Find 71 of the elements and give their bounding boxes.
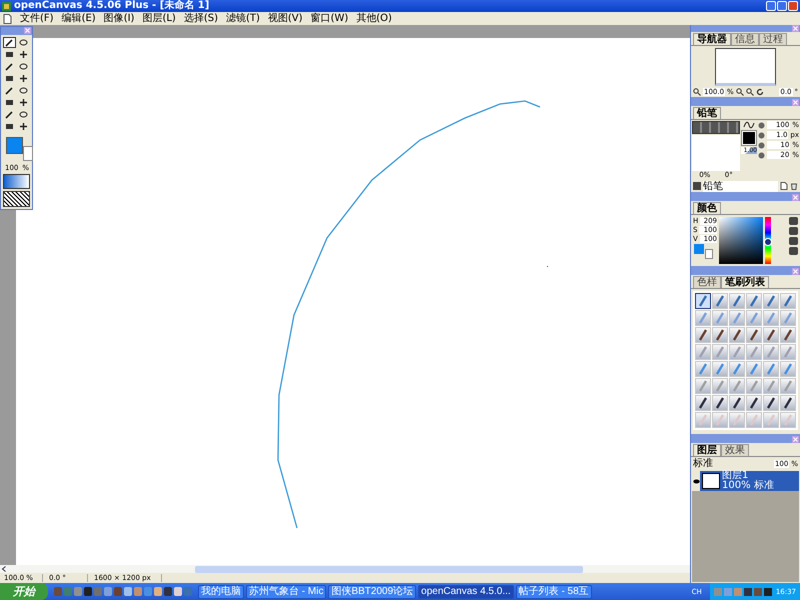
close-icon[interactable] xyxy=(792,436,799,443)
start-button[interactable]: 开始 xyxy=(0,583,48,600)
blend-mode-dropdown[interactable]: 标准 xyxy=(693,458,772,469)
color-picker-square[interactable] xyxy=(719,217,763,264)
brush-preset[interactable] xyxy=(695,293,711,309)
brush-strip[interactable] xyxy=(692,121,740,134)
layer-row[interactable]: 图层1 100% 标准 xyxy=(692,471,799,491)
visibility-icon[interactable] xyxy=(692,471,700,491)
curve-icon[interactable] xyxy=(743,121,755,129)
hue-thumb[interactable] xyxy=(764,238,772,246)
panel-tab[interactable]: 笔刷列表 xyxy=(721,276,769,288)
square-icon xyxy=(5,74,14,83)
foreground-color-swatch[interactable] xyxy=(6,137,23,154)
taskbar-button[interactable]: 苏州气象台 - Mic xyxy=(246,584,326,598)
pattern-selector[interactable] xyxy=(3,191,30,207)
close-icon[interactable] xyxy=(792,25,799,32)
menu-item[interactable]: 图像(I) xyxy=(104,12,134,24)
square-tool[interactable] xyxy=(3,73,16,84)
rotate-icon[interactable] xyxy=(756,88,764,96)
close-button[interactable] xyxy=(788,1,798,11)
layer-thumbnail xyxy=(702,473,720,489)
panel-tab[interactable]: 效果 xyxy=(721,444,749,456)
panel-tab[interactable]: 色样 xyxy=(693,276,721,288)
menu-item[interactable]: 滤镜(T) xyxy=(226,12,260,24)
close-icon[interactable] xyxy=(792,268,799,275)
gradient-selector[interactable] xyxy=(3,174,30,189)
menu-item[interactable]: 文件(F) xyxy=(20,12,54,24)
maximize-button[interactable] xyxy=(777,1,787,11)
horizontal-scrollbar[interactable] xyxy=(0,565,690,573)
background-color-swatch[interactable] xyxy=(23,146,33,161)
pencil-tool[interactable] xyxy=(3,37,16,48)
foreground-color-swatch[interactable] xyxy=(694,244,704,254)
minimize-button[interactable] xyxy=(766,1,776,11)
taskbar-button[interactable]: openCanvas 4.5.0... xyxy=(418,584,514,598)
panel-tab[interactable]: 导航器 xyxy=(693,33,731,45)
background-color-swatch[interactable] xyxy=(705,249,713,259)
scroll-left-icon[interactable] xyxy=(0,566,8,572)
navigator-preview xyxy=(715,48,776,86)
panel-tab[interactable]: 图层 xyxy=(693,444,721,456)
panel-tab[interactable]: 铅笔 xyxy=(693,107,721,119)
brush-name-field[interactable]: 铅笔 xyxy=(703,180,778,192)
menu-item[interactable]: 其他(O) xyxy=(356,12,392,24)
layer-detail: 100% 标准 xyxy=(722,481,774,491)
pencil-icon xyxy=(5,38,14,47)
menu-item[interactable]: 窗口(W) xyxy=(310,12,348,24)
trash-icon[interactable] xyxy=(790,182,798,190)
close-icon[interactable] xyxy=(792,194,799,201)
brush-preview xyxy=(692,135,740,171)
zoom-in-icon[interactable] xyxy=(736,88,744,96)
menu-item[interactable]: 图层(L) xyxy=(142,12,176,24)
scroll-thumb[interactable] xyxy=(195,566,583,572)
menu-item[interactable]: 选择(S) xyxy=(184,12,218,24)
menu-item[interactable]: 视图(V) xyxy=(268,12,303,24)
lasso-icon xyxy=(19,38,28,47)
document-icon xyxy=(3,14,12,24)
app-icon xyxy=(2,2,11,10)
panel-tab[interactable]: 过程 xyxy=(759,33,787,45)
panel-tab[interactable]: 颜色 xyxy=(693,202,721,214)
taskbar-button[interactable]: 帖子列表 - 58互 xyxy=(516,584,592,598)
zoom-out-icon[interactable] xyxy=(746,88,754,96)
new-page-icon[interactable] xyxy=(780,182,788,190)
layer-name: 图层1 xyxy=(722,471,748,481)
lasso-tool[interactable] xyxy=(17,37,30,48)
taskbar-button[interactable]: 图侠BBT2009论坛 xyxy=(328,584,416,598)
taskbar-button[interactable]: 我的电脑 xyxy=(198,584,244,598)
menu-item[interactable]: 编辑(E) xyxy=(62,12,96,24)
panel-tab[interactable]: 信息 xyxy=(731,33,759,45)
close-icon[interactable] xyxy=(792,99,799,106)
brush-color-swatch[interactable] xyxy=(742,131,756,145)
hue-slider[interactable] xyxy=(765,217,771,264)
close-icon[interactable] xyxy=(24,27,31,34)
